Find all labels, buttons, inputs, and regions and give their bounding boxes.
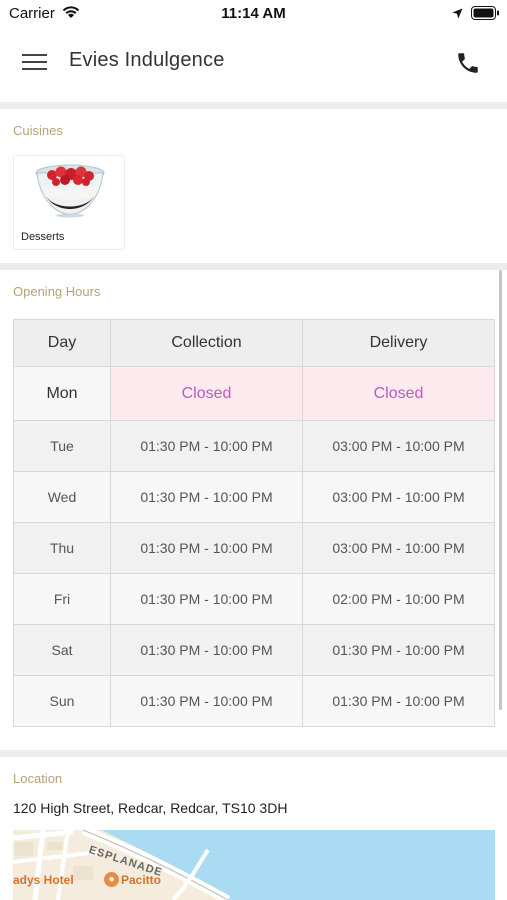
dessert-image <box>35 164 105 218</box>
delivery-cell: 03:00 PM - 10:00 PM <box>302 522 495 574</box>
collection-cell: 01:30 PM - 10:00 PM <box>110 573 303 625</box>
cuisine-label: Desserts <box>21 231 65 243</box>
column-header-delivery: Delivery <box>302 319 495 367</box>
address-text: 120 High Street, Redcar, Redcar, TS10 3D… <box>13 800 288 816</box>
location-map[interactable]: ESPLANADE adys Hotel ● Pacitto <box>13 830 495 900</box>
delivery-cell: Closed <box>302 366 495 421</box>
status-bar: Carrier 11:14 AM <box>0 0 507 28</box>
table-row: Thu 01:30 PM - 10:00 PM 03:00 PM - 10:00… <box>13 522 495 574</box>
section-divider <box>0 102 507 109</box>
day-cell: Fri <box>13 573 111 625</box>
map-poi-label: Pacitto <box>121 873 162 887</box>
day-cell: Mon <box>13 366 111 421</box>
table-row: Sat 01:30 PM - 10:00 PM 01:30 PM - 10:00… <box>13 624 495 676</box>
delivery-cell: 01:30 PM - 10:00 PM <box>302 624 495 676</box>
collection-cell: 01:30 PM - 10:00 PM <box>110 471 303 523</box>
collection-cell: Closed <box>110 366 303 421</box>
table-row: Mon Closed Closed <box>13 366 495 421</box>
delivery-cell: 01:30 PM - 10:00 PM <box>302 675 495 727</box>
phone-icon[interactable] <box>455 50 481 76</box>
table-row: Sun 01:30 PM - 10:00 PM 01:30 PM - 10:00… <box>13 675 495 727</box>
day-cell: Thu <box>13 522 111 574</box>
delivery-cell: 03:00 PM - 10:00 PM <box>302 420 495 472</box>
cuisines-section-title: Cuisines <box>13 123 63 138</box>
scrollbar[interactable] <box>499 270 502 710</box>
column-header-day: Day <box>13 319 111 367</box>
restaurant-pin-icon[interactable]: ● <box>104 872 119 887</box>
column-header-collection: Collection <box>110 319 303 367</box>
day-cell: Tue <box>13 420 111 472</box>
delivery-cell: 02:00 PM - 10:00 PM <box>302 573 495 625</box>
location-arrow-icon <box>452 8 463 19</box>
cuisine-card-desserts[interactable]: Desserts <box>13 155 125 250</box>
map-canvas <box>13 830 495 900</box>
page-title: Evies Indulgence <box>69 49 225 71</box>
day-cell: Sat <box>13 624 111 676</box>
day-cell: Wed <box>13 471 111 523</box>
collection-cell: 01:30 PM - 10:00 PM <box>110 420 303 472</box>
opening-hours-table: Day Collection Delivery Mon Closed Close… <box>13 319 495 727</box>
table-row: Wed 01:30 PM - 10:00 PM 03:00 PM - 10:00… <box>13 471 495 523</box>
battery-icon <box>471 6 499 20</box>
day-cell: Sun <box>13 675 111 727</box>
table-header-row: Day Collection Delivery <box>13 319 495 367</box>
table-row: Fri 01:30 PM - 10:00 PM 02:00 PM - 10:00… <box>13 573 495 625</box>
clock: 11:14 AM <box>221 5 286 22</box>
location-section-title: Location <box>13 771 63 786</box>
map-hotel-label: adys Hotel <box>13 873 74 887</box>
section-divider <box>0 750 507 757</box>
collection-cell: 01:30 PM - 10:00 PM <box>110 522 303 574</box>
hamburger-menu-icon[interactable] <box>22 51 48 73</box>
section-divider <box>0 263 507 270</box>
collection-cell: 01:30 PM - 10:00 PM <box>110 675 303 727</box>
table-row: Tue 01:30 PM - 10:00 PM 03:00 PM - 10:00… <box>13 420 495 472</box>
delivery-cell: 03:00 PM - 10:00 PM <box>302 471 495 523</box>
app-header: Evies Indulgence <box>0 28 507 102</box>
collection-cell: 01:30 PM - 10:00 PM <box>110 624 303 676</box>
opening-hours-section-title: Opening Hours <box>13 284 101 299</box>
